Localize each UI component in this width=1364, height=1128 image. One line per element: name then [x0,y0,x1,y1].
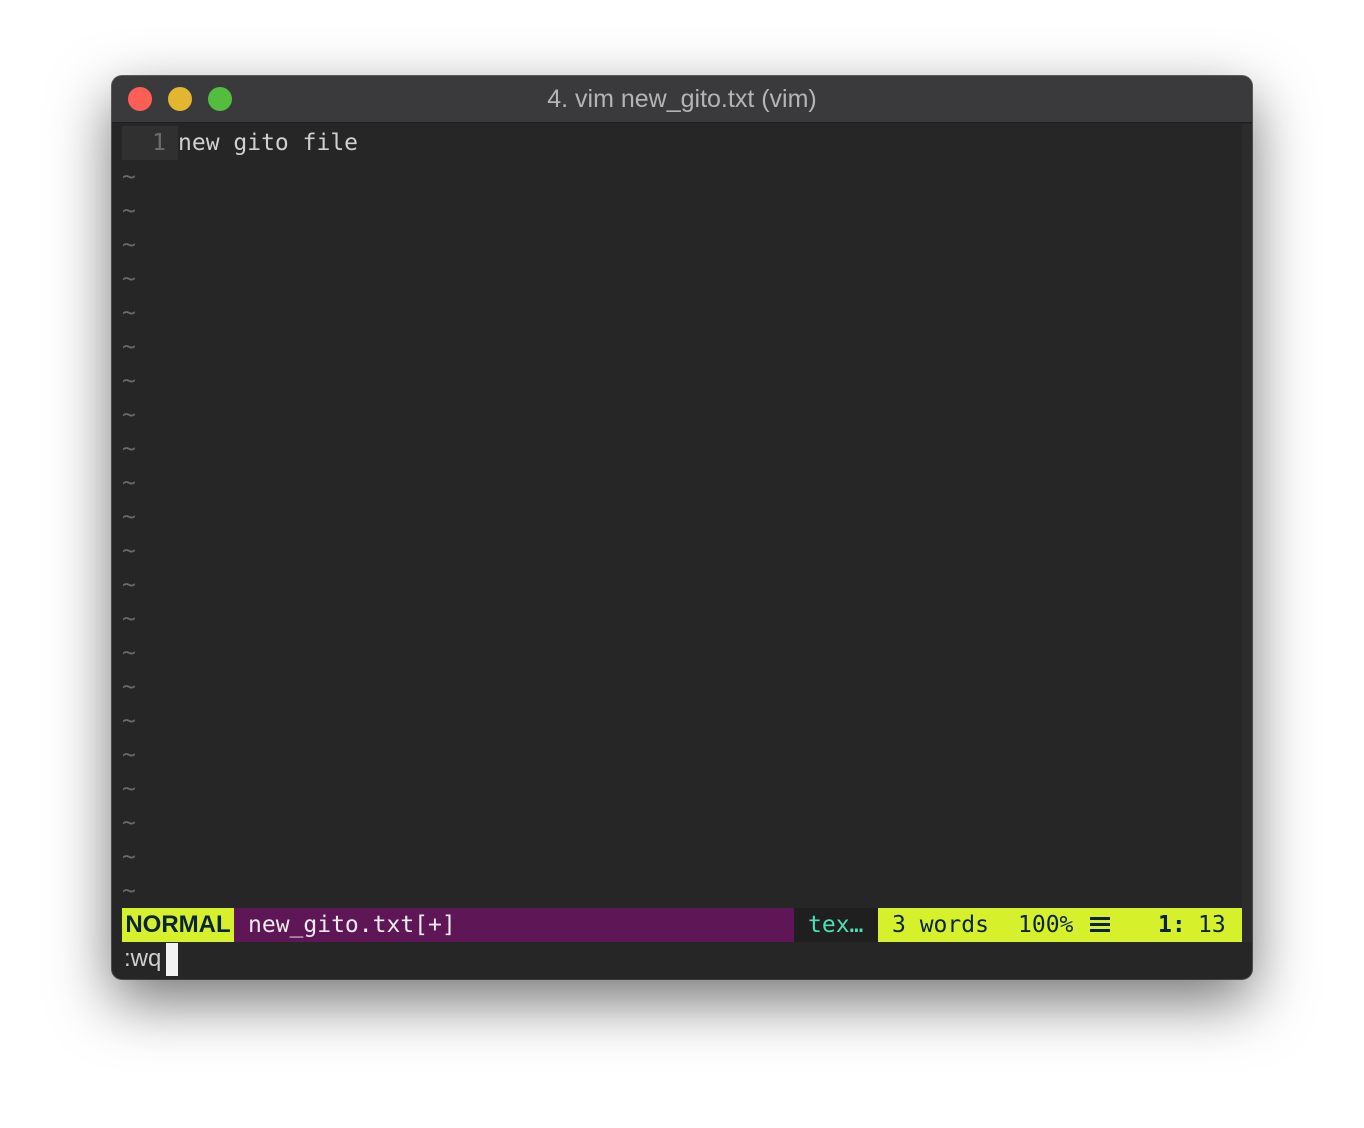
word-count: 3 words [892,912,989,938]
window-edge [1242,124,1252,942]
cursor-line: 1: [1158,912,1186,938]
empty-line-tilde: ~ [122,334,136,360]
empty-line-tilde: ~ [122,878,136,904]
command-line[interactable]: :wq [122,942,1242,976]
empty-line-tilde: ~ [122,640,136,666]
scroll-percent: 100% [1018,912,1074,938]
empty-line-tilde: ~ [122,572,136,598]
empty-line-tilde: ~ [122,742,136,768]
empty-line-tilde: ~ [122,436,136,462]
empty-line-tilde: ~ [122,504,136,530]
empty-line-tilde: ~ [122,266,136,292]
empty-line-tilde: ~ [122,810,136,836]
empty-line-tilde: ~ [122,232,136,258]
status-line: NORMAL new_gito.txt[+] tex… 3 words 100%… [122,908,1242,942]
empty-line-tilde: ~ [122,368,136,394]
empty-line-tilde: ~ [122,708,136,734]
empty-line-tilde: ~ [122,844,136,870]
empty-line-tilde: ~ [122,470,136,496]
title-bar[interactable]: 4. vim new_gito.txt (vim) [112,76,1252,123]
empty-line-tilde: ~ [122,300,136,326]
terminal-window: 4. vim new_gito.txt (vim) 1 new gito fil… [112,76,1252,979]
editor-buffer[interactable]: 1 new gito file ~ ~ ~ ~ ~ ~ ~ ~ ~ ~ ~ ~ ~ ~ ~ ~ ~ ~ ~ ~ ~ ~ [122,124,1242,908]
mode-indicator: NORMAL [122,908,234,942]
empty-line-tilde: ~ [122,402,136,428]
empty-line-tilde: ~ [122,776,136,802]
empty-line-tilde: ~ [122,538,136,564]
empty-line-tilde: ~ [122,198,136,224]
empty-line-tilde: ~ [122,606,136,632]
line-number: 1 [122,126,178,160]
empty-line-tilde: ~ [122,674,136,700]
window-title: 4. vim new_gito.txt (vim) [547,85,817,113]
hamburger-icon [1090,917,1110,933]
buffer-line[interactable]: 1 new gito file [122,126,358,160]
text-cursor [166,943,178,976]
cursor-column: 13 [1198,912,1226,938]
empty-line-tilde: ~ [122,164,136,190]
status-filename: new_gito.txt[+] [234,908,794,942]
line-text[interactable]: new gito file [178,126,358,160]
command-text[interactable]: :wq [124,942,161,976]
status-info: 3 words 100% 1: 13 [878,908,1242,942]
status-filetype: tex… [794,908,878,942]
